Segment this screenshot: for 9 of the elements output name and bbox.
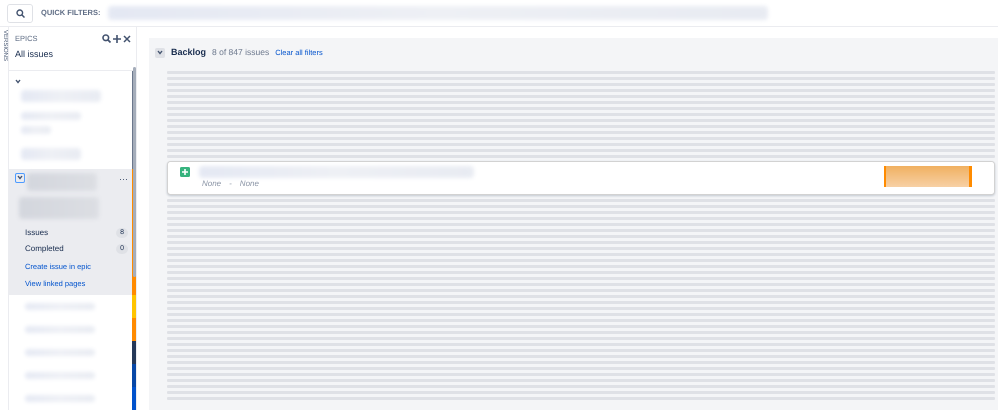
stat-label: Issues <box>25 226 48 239</box>
all-issues-item[interactable]: All issues <box>9 44 136 71</box>
more-menu[interactable]: ··· <box>119 172 128 186</box>
issue-count: 8 of 847 issues <box>212 46 270 60</box>
stat-label: Completed <box>25 242 64 255</box>
backlog-title: Backlog <box>171 46 206 59</box>
meta-separator: - <box>229 178 232 190</box>
meta-value: None <box>240 178 259 190</box>
meta-value: None <box>202 178 222 190</box>
